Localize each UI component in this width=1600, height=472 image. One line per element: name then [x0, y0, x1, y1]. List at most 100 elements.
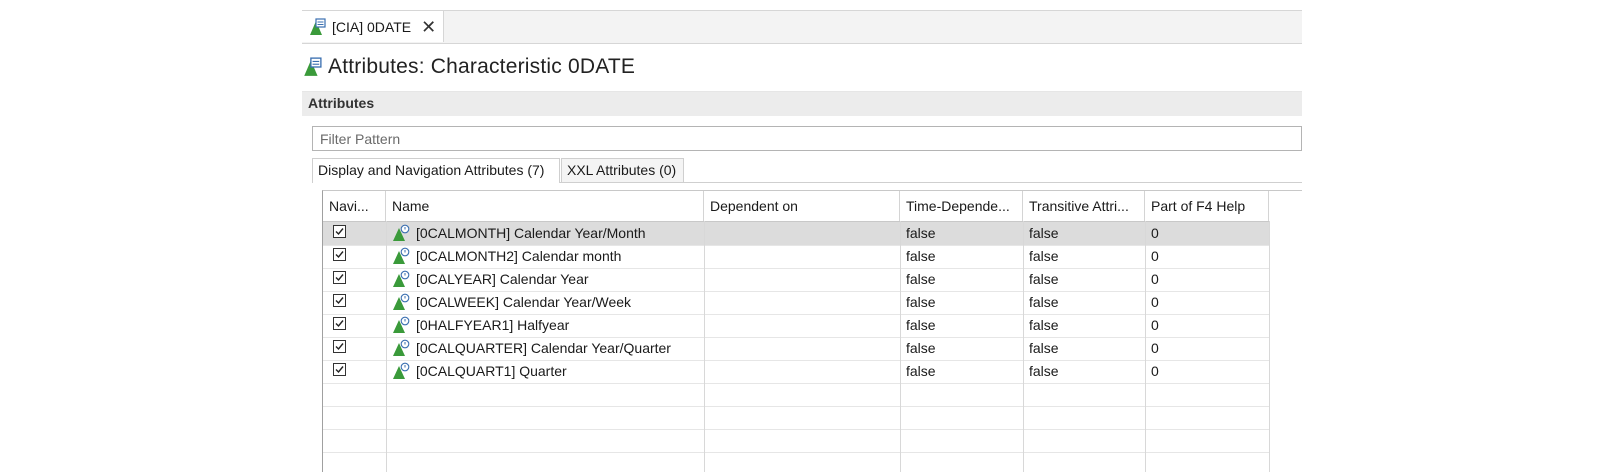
- characteristic-icon: [308, 17, 326, 36]
- column-header-time-dependent[interactable]: Time-Depende...: [900, 191, 1023, 221]
- column-divider: [704, 221, 705, 472]
- f4-help-cell: 0: [1151, 317, 1159, 333]
- attributes-section-header[interactable]: Attributes: [302, 92, 1302, 116]
- checkbox-checked-icon[interactable]: [333, 225, 346, 238]
- characteristic-icon: [302, 57, 322, 77]
- navigation-cell: [323, 268, 386, 291]
- editor-tab-0date[interactable]: [CIA] 0DATE ✕: [302, 11, 444, 42]
- dependent-on-cell: [704, 268, 900, 291]
- row-divider: [323, 452, 1269, 453]
- row-divider: [323, 221, 1269, 222]
- attribute-name: [0CALWEEK] Calendar Year/Week: [416, 294, 632, 310]
- dependent-on-cell: [704, 314, 900, 337]
- table-row[interactable]: [0HALFYEAR1] Halfyear false false 0: [323, 314, 1269, 337]
- transitive-cell: false: [1029, 225, 1059, 241]
- navigation-cell: [323, 222, 386, 245]
- attribute-tabs: Display and Navigation Attributes (7) XX…: [312, 158, 1302, 183]
- row-divider: [323, 337, 1269, 338]
- time-dependent-cell: false: [906, 225, 936, 241]
- transitive-cell: false: [1029, 248, 1059, 264]
- table-row[interactable]: [0CALYEAR] Calendar Year false false 0: [323, 268, 1269, 291]
- time-dependent-cell: false: [906, 317, 936, 333]
- checkbox-checked-icon[interactable]: [333, 248, 346, 261]
- transitive-cell: false: [1029, 294, 1059, 310]
- transitive-cell: false: [1029, 271, 1059, 287]
- filter-input[interactable]: Filter Pattern: [312, 126, 1302, 151]
- time-dependent-cell: false: [906, 340, 936, 356]
- row-divider: [323, 245, 1269, 246]
- navigation-cell: [323, 245, 386, 268]
- column-header-dependent-on[interactable]: Dependent on: [704, 191, 900, 221]
- row-divider: [323, 406, 1269, 407]
- dependent-on-cell: [704, 291, 900, 314]
- name-cell: [0CALQUART1] Quarter: [386, 360, 704, 383]
- checkbox-checked-icon[interactable]: [333, 340, 346, 353]
- attribute-name: [0HALFYEAR1] Halfyear: [416, 317, 570, 333]
- checkbox-checked-icon[interactable]: [333, 363, 346, 376]
- tab-display-navigation-attributes[interactable]: Display and Navigation Attributes (7): [312, 158, 560, 183]
- dependent-on-cell: [704, 222, 900, 245]
- column-header-f4-help[interactable]: Part of F4 Help: [1145, 191, 1269, 221]
- column-divider: [1269, 221, 1270, 472]
- close-icon[interactable]: ✕: [421, 18, 436, 36]
- column-header-name[interactable]: Name: [386, 191, 704, 221]
- f4-help-cell: 0: [1151, 248, 1159, 264]
- f4-help-cell: 0: [1151, 271, 1159, 287]
- table-row[interactable]: [0CALMONTH] Calendar Year/Month false fa…: [323, 222, 1269, 245]
- page-header: Attributes: Characteristic 0DATE: [302, 50, 635, 84]
- name-cell: [0CALWEEK] Calendar Year/Week: [386, 291, 704, 314]
- table-row[interactable]: [0CALQUARTER] Calendar Year/Quarter fals…: [323, 337, 1269, 360]
- row-divider: [323, 383, 1269, 384]
- row-divider: [323, 429, 1269, 430]
- navigation-cell: [323, 291, 386, 314]
- time-dependent-cell: false: [906, 294, 936, 310]
- column-divider: [900, 221, 901, 472]
- attribute-name: [0CALQUARTER] Calendar Year/Quarter: [416, 340, 671, 356]
- table-row[interactable]: [0CALQUART1] Quarter false false 0: [323, 360, 1269, 383]
- table-row[interactable]: [0CALWEEK] Calendar Year/Week false fals…: [323, 291, 1269, 314]
- editor-frame: [CIA] 0DATE ✕ Attributes: Characteristic…: [302, 10, 1302, 472]
- attribute-name: [0CALMONTH2] Calendar month: [416, 248, 622, 264]
- checkbox-checked-icon[interactable]: [333, 317, 346, 330]
- f4-help-cell: 0: [1151, 340, 1159, 356]
- column-divider: [1023, 221, 1024, 472]
- transitive-cell: false: [1029, 340, 1059, 356]
- attribute-name: [0CALYEAR] Calendar Year: [416, 271, 589, 287]
- editor-tab-bar: [CIA] 0DATE ✕: [302, 10, 1302, 44]
- checkbox-checked-icon[interactable]: [333, 294, 346, 307]
- name-cell: [0CALMONTH2] Calendar month: [386, 245, 704, 268]
- transitive-cell: false: [1029, 363, 1059, 379]
- attribute-icon: [392, 224, 410, 245]
- section-title: Attributes: [308, 95, 375, 111]
- name-cell: [0CALYEAR] Calendar Year: [386, 268, 704, 291]
- row-divider: [323, 268, 1269, 269]
- attribute-name: [0CALMONTH] Calendar Year/Month: [416, 225, 646, 241]
- transitive-cell: false: [1029, 317, 1059, 333]
- row-divider: [323, 360, 1269, 361]
- attribute-name: [0CALQUART1] Quarter: [416, 363, 567, 379]
- name-cell: [0CALMONTH] Calendar Year/Month: [386, 222, 704, 245]
- column-header-transitive[interactable]: Transitive Attri...: [1023, 191, 1145, 221]
- checkbox-checked-icon[interactable]: [333, 271, 346, 284]
- f4-help-cell: 0: [1151, 363, 1159, 379]
- attribute-icon: [392, 270, 410, 291]
- dependent-on-cell: [704, 337, 900, 360]
- table-row[interactable]: [0CALMONTH2] Calendar month false false …: [323, 245, 1269, 268]
- time-dependent-cell: false: [906, 363, 936, 379]
- row-divider: [323, 291, 1269, 292]
- navigation-cell: [323, 337, 386, 360]
- navigation-cell: [323, 360, 386, 383]
- attribute-icon: [392, 247, 410, 268]
- dependent-on-cell: [704, 245, 900, 268]
- column-divider: [1145, 221, 1146, 472]
- column-divider: [386, 221, 387, 472]
- attribute-icon: [392, 316, 410, 337]
- column-header-navigation[interactable]: Navi...: [323, 191, 386, 221]
- name-cell: [0HALFYEAR1] Halfyear: [386, 314, 704, 337]
- tab-xxl-attributes[interactable]: XXL Attributes (0): [561, 158, 684, 182]
- dependent-on-cell: [704, 360, 900, 383]
- f4-help-cell: 0: [1151, 294, 1159, 310]
- row-divider: [323, 314, 1269, 315]
- attribute-icon: [392, 293, 410, 314]
- navigation-cell: [323, 314, 386, 337]
